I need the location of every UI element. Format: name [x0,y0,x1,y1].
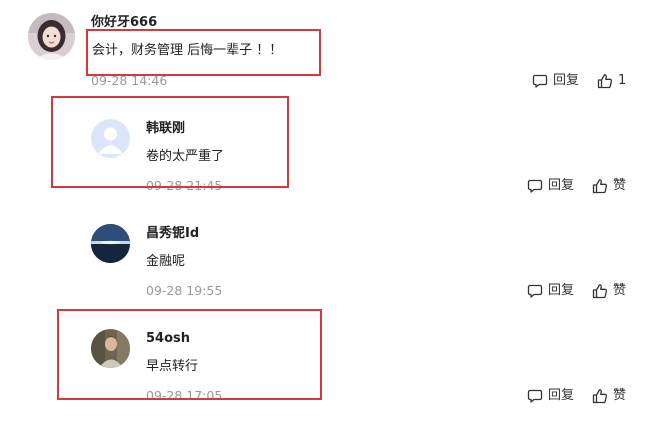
comment-bubble-icon [532,73,548,89]
avatar[interactable] [91,224,130,263]
reply-button[interactable]: 回复 [532,73,579,89]
avatar-photo-icon [91,329,130,368]
reply-label: 回复 [553,73,580,88]
like-button[interactable]: 1 [597,73,626,89]
like-label: 赞 [613,283,627,298]
reply-label: 回复 [548,388,575,403]
avatar-default-person-icon [91,119,130,158]
highlight-box [51,96,289,188]
comment-timestamp: 09-28 19:55 [146,283,223,298]
avatar[interactable] [91,119,130,158]
reply-button[interactable]: 回复 [527,388,574,404]
thumbs-up-icon [592,178,608,194]
comment-bubble-icon [527,388,543,404]
like-label: 赞 [613,388,627,403]
comment-timestamp: 09-28 21:45 [146,178,223,193]
reply-label: 回复 [548,283,575,298]
reply-label: 回复 [548,178,575,193]
avatar-sea-landscape-icon [91,224,130,263]
like-button[interactable]: 赞 [592,283,626,299]
comment-timestamp: 09-28 17:05 [146,388,223,403]
comment-author[interactable]: 韩联刚 [146,121,185,137]
comment-bubble-icon [527,178,543,194]
like-count: 1 [618,73,627,88]
comment-author[interactable]: 54osh [146,331,190,347]
avatar-girl-icon [28,13,75,60]
comment-content: 金融呢 [146,254,186,269]
comment-bubble-icon [527,283,543,299]
comment-author[interactable]: 你好牙666 [91,15,157,31]
comment-content: 卷的太严重了 [146,149,225,164]
like-label: 赞 [613,178,627,193]
thumbs-up-icon [592,388,608,404]
comment-timestamp: 09-28 14:46 [91,73,168,88]
like-button[interactable]: 赞 [592,178,626,194]
avatar[interactable] [91,329,130,368]
comment-content: 会计，财务管理 后悔一辈子 ！！ [92,43,283,58]
avatar[interactable] [28,13,75,60]
reply-button[interactable]: 回复 [527,178,574,194]
comment-author[interactable]: 昌秀铌Id [146,226,199,242]
comment-content: 早点转行 [146,359,199,374]
thumbs-up-icon [592,283,608,299]
thumbs-up-icon [597,73,613,89]
reply-button[interactable]: 回复 [527,283,574,299]
comment-list: 你好牙666 会计，财务管理 后悔一辈子 ！！ 09-28 14:46 回复 1… [0,0,652,427]
like-button[interactable]: 赞 [592,388,626,404]
